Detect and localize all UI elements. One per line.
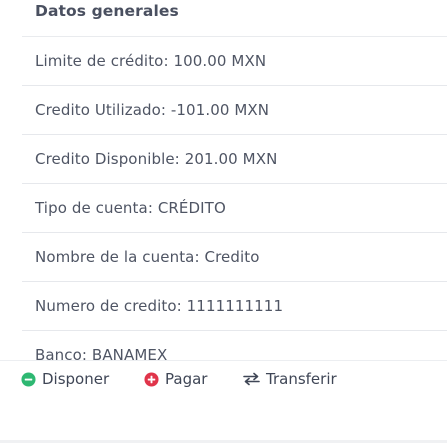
card-title: Datos generales [35, 2, 179, 20]
detail-account-name: Nombre de la cuenta: Credito [22, 232, 447, 281]
disponer-label: Disponer [42, 370, 110, 388]
detail-credit-used: Credito Utilizado: -101.00 MXN [22, 85, 447, 134]
detail-credit-available: Credito Disponible: 201.00 MXN [22, 134, 447, 183]
pagar-button[interactable]: Pagar [144, 370, 207, 388]
transferir-label: Transferir [266, 370, 337, 388]
disponer-button[interactable]: Disponer [21, 370, 109, 388]
detail-credit-limit: Limite de crédito: 100.00 MXN [22, 36, 447, 85]
actions-bar: Disponer Pagar Transferir [0, 360, 447, 400]
pagar-label: Pagar [165, 370, 208, 388]
transferir-button[interactable]: Transferir [243, 370, 337, 388]
plus-circle-icon [144, 371, 159, 387]
exchange-arrows-icon [243, 372, 260, 386]
detail-credit-number: Numero de credito: 1111111111 [22, 281, 447, 330]
details-list: Limite de crédito: 100.00 MXN Credito Ut… [22, 36, 447, 379]
detail-account-type: Tipo de cuenta: CRÉDITO [22, 183, 447, 232]
minus-circle-icon [21, 371, 36, 387]
general-data-card: Datos generales Limite de crédito: 100.0… [0, 0, 447, 443]
